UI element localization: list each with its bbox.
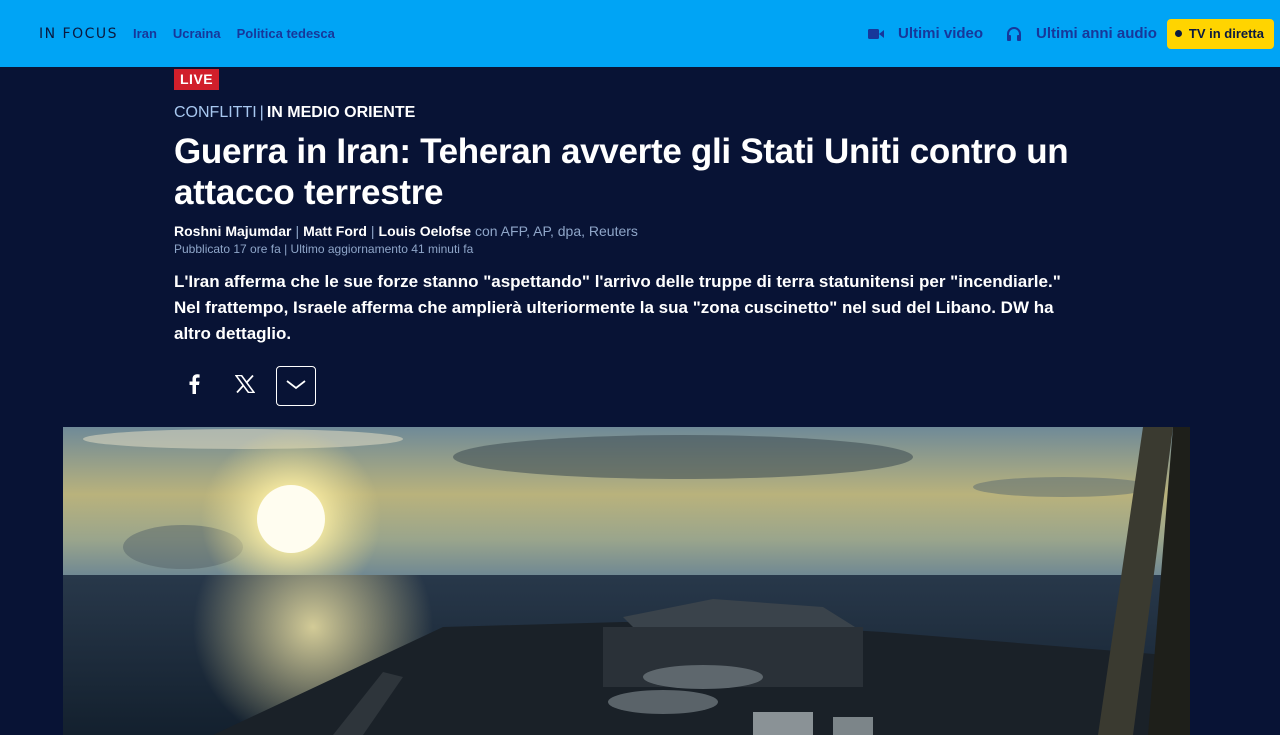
subsection-link[interactable]: IN MEDIO ORIENTE (267, 104, 415, 121)
in-focus-label: IN FOCUS (39, 25, 119, 42)
author-link[interactable]: Roshni Majumdar (174, 223, 291, 239)
top-navigation-bar: IN FOCUS Iran Ucraina Politica tedesca U… (0, 0, 1280, 67)
live-tv-label: TV in diretta (1188, 26, 1264, 41)
facebook-icon (188, 373, 200, 399)
author-link[interactable]: Louis Oelofse (379, 223, 472, 239)
topic-link-politica-tedesca[interactable]: Politica tedesca (237, 26, 335, 41)
media-links: Ultimi video Ultimi anni audio TV in dir… (868, 0, 1280, 67)
author-link[interactable]: Matt Ford (303, 223, 367, 239)
published-time: Pubblicato 17 ore fa (174, 242, 281, 256)
topic-link-ucraina[interactable]: Ucraina (173, 26, 221, 41)
latest-video-link[interactable]: Ultimi video (868, 25, 983, 42)
section-link[interactable]: CONFLITTI (174, 104, 257, 121)
share-facebook-button[interactable] (174, 366, 214, 406)
latest-audio-label: Ultimi anni audio (1036, 25, 1157, 42)
article-lead: L'Iran afferma che le sue forze stanno "… (174, 272, 1061, 343)
author-line: Roshni Majumdar | Matt Ford | Louis Oelofse … (174, 223, 638, 239)
live-tv-button[interactable]: TV in diretta (1166, 18, 1274, 49)
kicker-separator: | (259, 104, 264, 121)
publish-meta: Pubblicato 17 ore fa | Ultimo aggiorname… (174, 242, 474, 256)
article-kicker: CONFLITTI | IN MEDIO ORIENTE (174, 104, 415, 122)
article-headline: Guerra in Iran: Teheran avverte gli Stat… (174, 132, 1069, 212)
share-bar (174, 366, 327, 406)
headphones-icon (1006, 26, 1024, 41)
updated-time: Ultimo aggiornamento 41 minuti fa (290, 242, 474, 256)
live-badge: LIVE (174, 69, 220, 90)
share-more-button[interactable] (276, 366, 316, 406)
chevron-down-icon (286, 377, 306, 395)
video-camera-icon (868, 27, 886, 41)
topic-link-iran[interactable]: Iran (133, 26, 157, 41)
hero-image (63, 427, 1190, 735)
latest-video-label: Ultimi video (898, 25, 984, 42)
share-x-button[interactable] (225, 366, 265, 406)
latest-audio-link[interactable]: Ultimi anni audio (1006, 25, 1157, 42)
agencies-text: con AFP, AP, dpa, Reuters (474, 223, 638, 239)
x-icon (234, 374, 256, 398)
live-dot-icon (1174, 30, 1182, 37)
hero-image-illustration (63, 427, 1190, 735)
